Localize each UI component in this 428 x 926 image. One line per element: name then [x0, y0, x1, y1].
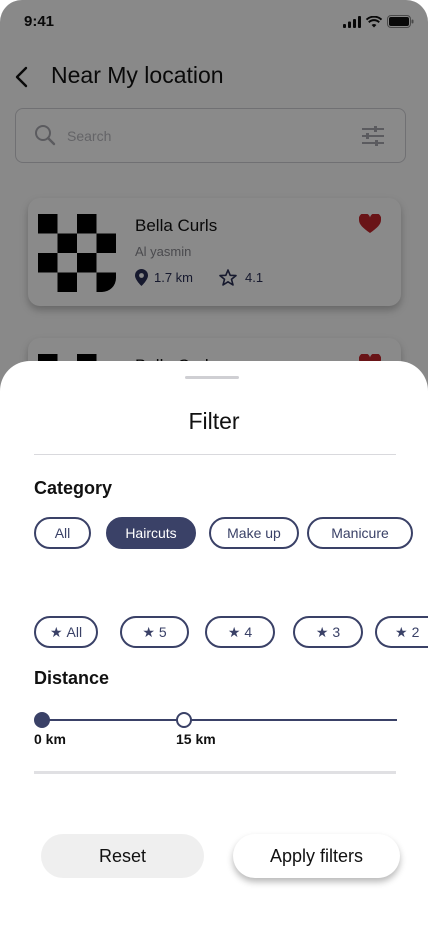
chip-label: Make up [227, 525, 281, 541]
chip-label: Manicure [331, 525, 389, 541]
distance-slider-track[interactable] [42, 719, 397, 721]
chip-label: All [66, 624, 83, 640]
chip-label: 2 [411, 624, 420, 640]
distance-slider-min-handle[interactable] [34, 712, 50, 728]
star-icon: ★ [395, 623, 408, 640]
chip-label: Haircuts [125, 525, 177, 541]
distance-title: Distance [34, 668, 110, 688]
reset-button[interactable]: Reset [41, 834, 204, 878]
chip-label: 4 [244, 624, 253, 640]
category-chip-all[interactable]: All [34, 517, 91, 549]
chip-label: All [54, 525, 71, 541]
category-title: Category [34, 478, 113, 498]
star-icon: ★ [227, 623, 241, 640]
distance-max-label: 15 km [176, 731, 216, 747]
distance-min-label: 0 km [34, 731, 66, 747]
star-icon: ★ [142, 623, 155, 640]
star-icon: ★ [49, 623, 63, 640]
category-chip-make-up[interactable]: Make up [209, 517, 299, 549]
category-chip-haircuts[interactable]: Haircuts [106, 517, 196, 549]
rating-chip-3[interactable]: ★ 3 [293, 616, 363, 648]
rating-chip-5[interactable]: ★ 5 [120, 616, 189, 648]
rating-chip-all[interactable]: ★ All [34, 616, 98, 648]
star-icon: ★ [315, 623, 329, 640]
distance-slider-max-handle[interactable] [176, 712, 192, 728]
rating-chip-4[interactable]: ★ 4 [205, 616, 275, 648]
filter-title: Filter [188, 408, 240, 434]
apply-filters-button[interactable]: Apply filters [233, 834, 400, 878]
filter-sheet: Filter Category All Haircuts Make up Man… [0, 361, 428, 926]
category-chip-manicure[interactable]: Manicure [307, 517, 413, 549]
chip-label: 3 [332, 624, 341, 640]
sheet-handle[interactable] [185, 376, 239, 379]
divider [34, 454, 396, 455]
chip-label: 5 [158, 624, 167, 640]
divider [34, 771, 396, 774]
rating-chip-2[interactable]: ★ 2 [375, 616, 428, 648]
